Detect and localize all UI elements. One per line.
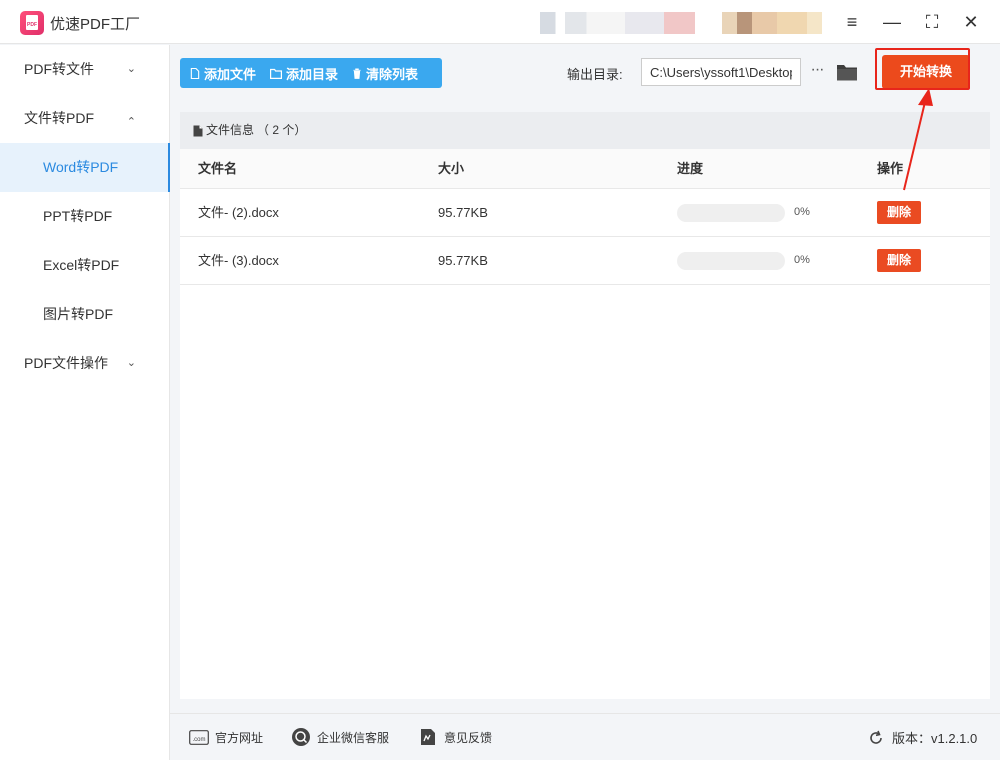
- file-icon: [190, 67, 200, 79]
- browse-folder-icon[interactable]: [836, 62, 858, 82]
- feedback-icon: [418, 728, 438, 746]
- file-info-title: 文件信息: [206, 123, 255, 137]
- sidebar-group-file-to-pdf[interactable]: 文件转PDF ⌃: [0, 94, 170, 143]
- close-icon[interactable]: ✕: [959, 10, 983, 34]
- file-size: 95.77KB: [438, 205, 488, 220]
- add-file-button[interactable]: 添加文件: [190, 64, 256, 83]
- folder-icon: [270, 68, 283, 79]
- file-name: 文件- (2).docx: [198, 205, 279, 220]
- file-info-header: 文件信息 （ 2 个）: [180, 112, 990, 149]
- add-directory-label: 添加目录: [286, 66, 339, 82]
- minimize-icon[interactable]: —: [880, 10, 904, 34]
- output-directory-input[interactable]: [641, 58, 801, 86]
- sidebar-group-label: 文件转PDF: [24, 110, 94, 126]
- add-file-label: 添加文件: [204, 66, 257, 82]
- sidebar-group-label: PDF转文件: [24, 61, 94, 77]
- progress-bar: [677, 204, 785, 222]
- app-logo-icon: PDF: [20, 11, 44, 35]
- blurred-user-info: [540, 12, 695, 34]
- chevron-down-icon: ⌄: [126, 357, 136, 369]
- file-name: 文件- (3).docx: [198, 253, 279, 268]
- feedback-link[interactable]: 意见反馈: [418, 728, 492, 746]
- file-size: 95.77KB: [438, 253, 488, 268]
- delete-button[interactable]: 删除: [877, 201, 921, 224]
- sidebar-group-pdf-operations[interactable]: PDF文件操作 ⌄: [0, 339, 170, 388]
- chevron-down-icon: ⌄: [126, 63, 136, 75]
- blurred-avatar: [722, 12, 822, 34]
- website-label: 官方网址: [215, 730, 264, 745]
- column-size: 大小: [438, 161, 465, 176]
- website-link[interactable]: .com 官方网址: [189, 728, 263, 746]
- start-conversion-button[interactable]: 开始转换: [882, 55, 970, 89]
- version-info[interactable]: 版本：v1.2.1.0: [866, 728, 977, 747]
- progress-percent: 0%: [794, 206, 810, 218]
- clear-list-button[interactable]: 清除列表: [352, 64, 418, 83]
- menu-icon[interactable]: ≡: [840, 10, 864, 34]
- table-row[interactable]: 文件- (2).docx 95.77KB 0% 删除: [180, 189, 990, 237]
- file-button-group: 添加文件 添加目录 清除列表: [180, 58, 442, 88]
- more-options-button[interactable]: ···: [807, 58, 827, 86]
- column-action: 操作: [877, 161, 904, 176]
- file-list-panel: 文件信息 （ 2 个） 文件名 大小 进度 操作 文件- (2).docx 95…: [180, 112, 990, 699]
- toolbar: 添加文件 添加目录 清除列表 输出目录: ··· 开始转换: [170, 45, 1000, 102]
- wechat-support-link[interactable]: 企业微信客服: [291, 728, 389, 746]
- progress-bar: [677, 252, 785, 270]
- table-row[interactable]: 文件- (3).docx 95.77KB 0% 删除: [180, 237, 990, 285]
- progress-percent: 0%: [794, 254, 810, 266]
- chat-icon: [291, 728, 311, 746]
- version-label: 版本：v1.2.1.0: [892, 731, 978, 746]
- column-progress: 进度: [677, 161, 704, 176]
- wechat-support-label: 企业微信客服: [317, 730, 390, 745]
- footer: .com 官方网址 企业微信客服 意见反馈 版本：v1.2.1.0: [170, 713, 1000, 760]
- sidebar: PDF转文件 ⌄ 文件转PDF ⌃ Word转PDF PPT转PDF Excel…: [0, 45, 170, 760]
- com-label: .com: [192, 737, 205, 743]
- refresh-icon: [866, 729, 886, 747]
- trash-icon: [353, 68, 361, 79]
- file-info-count: （ 2 个）: [257, 123, 307, 137]
- output-directory-label: 输出目录:: [567, 67, 623, 82]
- chevron-up-icon: ⌃: [126, 116, 136, 128]
- title-bar: PDF 优速PDF工厂 ≡ — ⛶ ✕: [0, 0, 1000, 44]
- table-header: 文件名 大小 进度 操作: [180, 149, 990, 189]
- sidebar-item-ppt-to-pdf[interactable]: PPT转PDF: [0, 192, 170, 241]
- delete-button[interactable]: 删除: [877, 249, 921, 272]
- clear-list-label: 清除列表: [366, 66, 419, 82]
- sidebar-group-pdf-to-file[interactable]: PDF转文件 ⌄: [0, 45, 170, 94]
- sidebar-group-label: PDF文件操作: [24, 355, 108, 371]
- feedback-label: 意见反馈: [444, 730, 493, 745]
- document-icon: [193, 125, 203, 136]
- sidebar-item-image-to-pdf[interactable]: 图片转PDF: [0, 290, 170, 339]
- column-name: 文件名: [198, 161, 238, 176]
- maximize-icon[interactable]: ⛶: [920, 10, 944, 34]
- add-directory-button[interactable]: 添加目录: [270, 64, 338, 83]
- sidebar-item-excel-to-pdf[interactable]: Excel转PDF: [0, 241, 170, 290]
- sidebar-item-word-to-pdf[interactable]: Word转PDF: [0, 143, 170, 192]
- app-title: 优速PDF工厂: [50, 16, 141, 33]
- website-icon: .com: [189, 728, 209, 746]
